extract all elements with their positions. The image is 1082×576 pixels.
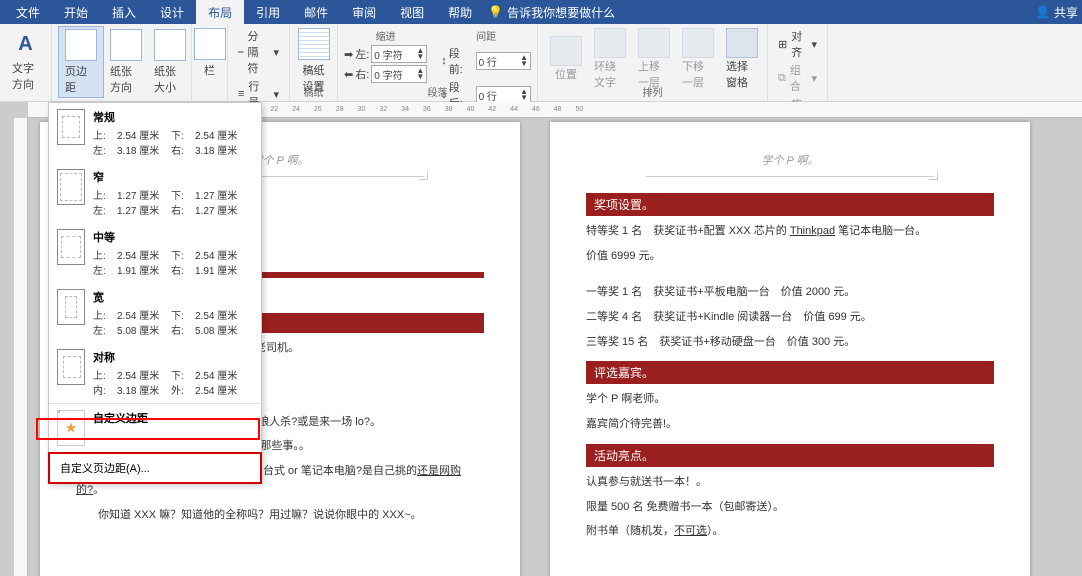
section-bar: 奖项设置。: [586, 193, 994, 216]
page-header: 学个 P 啊。: [586, 152, 994, 168]
line-numbers-icon: ≡: [238, 88, 244, 100]
tab-视图[interactable]: 视图: [388, 0, 436, 24]
star-icon: [57, 410, 85, 446]
tab-引用[interactable]: 引用: [244, 0, 292, 24]
paragraph: 附书单（随机发，不可选）。: [586, 522, 994, 541]
draft-group-label: 稿纸: [290, 84, 337, 99]
forward-icon: [638, 28, 670, 58]
group-button: ⧉组合 ▾: [778, 62, 817, 94]
paragraph: 学个 P 啊老师。: [586, 390, 994, 409]
margin-thumb-icon: [57, 349, 85, 385]
backward-button: 下移一层: [676, 26, 720, 92]
margin-preset-moderate[interactable]: 中等上:2.54 厘米下:2.54 厘米左:1.91 厘米右:1.91 厘米: [49, 223, 261, 283]
paragraph: 三等奖 15 名 获奖证书+移动硬盘一台 价值 300 元。: [586, 333, 994, 352]
tab-文件[interactable]: 文件: [4, 0, 52, 24]
margin-thumb-icon: [57, 289, 85, 325]
custom-margins-button[interactable]: 自定义页边距(A)...: [48, 452, 262, 484]
breaks-icon: ⎯: [238, 46, 244, 59]
position-icon: [550, 36, 582, 66]
tab-插入[interactable]: 插入: [100, 0, 148, 24]
position-button: 位置: [544, 26, 588, 92]
columns-icon: [194, 28, 226, 60]
tab-开始[interactable]: 开始: [52, 0, 100, 24]
align-button[interactable]: ⊞对齐 ▾: [778, 28, 817, 60]
paragraph: 一等奖 1 名 获奖证书+平板电脑一台 价值 2000 元。: [586, 283, 994, 302]
tab-布局[interactable]: 布局: [196, 0, 244, 24]
paragraph: 特等奖 1 名 获奖证书+配置 XXX 芯片的 Thinkpad 笔记本电脑一台…: [586, 222, 994, 241]
paragraph: 嘉宾简介待完善!。: [586, 415, 994, 434]
tab-邮件[interactable]: 邮件: [292, 0, 340, 24]
lightbulb-icon: 💡: [488, 5, 503, 19]
margins-icon: [65, 29, 97, 61]
wrap-icon: [594, 28, 626, 58]
columns-button[interactable]: 栏: [198, 26, 221, 80]
section-bar: 活动亮点。: [586, 444, 994, 467]
share-button[interactable]: 👤 共享: [1035, 4, 1078, 21]
selection-pane-icon: [726, 28, 758, 58]
margin-thumb-icon: [57, 169, 85, 205]
title-bar: 文件开始插入设计布局引用邮件审阅视图帮助 💡 告诉我你想要做什么 👤 共享: [0, 0, 1082, 24]
margin-thumb-icon: [57, 109, 85, 145]
ribbon: A 文字方向 页边距 纸张方向 纸张大小 栏 ⎯分隔符 ▾: [0, 24, 1082, 102]
wrap-button: 环绕文字: [588, 26, 632, 92]
paragraph: 二等奖 4 名 获奖证书+Kindle 阅读器一台 价值 699 元。: [586, 308, 994, 327]
indent-right-icon: ⬅: [344, 68, 353, 81]
page-2[interactable]: 学个 P 啊。 奖项设置。 特等奖 1 名 获奖证书+配置 XXX 芯片的 Th…: [550, 122, 1030, 576]
size-icon: [154, 29, 186, 61]
forward-button: 上移一层: [632, 26, 676, 92]
margin-preset-normal[interactable]: 常规上:2.54 厘米下:2.54 厘米左:3.18 厘米右:3.18 厘米: [49, 103, 261, 163]
orientation-icon: [110, 29, 142, 61]
person-icon: 👤: [1035, 5, 1050, 19]
paragraph: 你知道 XXX 嘛？知道他的全称吗？用过嘛？说说你眼中的 XXX~。: [76, 506, 484, 525]
group-icon: ⧉: [778, 72, 786, 85]
margin-thumb-icon: [57, 229, 85, 265]
header-rule: [646, 176, 934, 177]
tab-设计[interactable]: 设计: [148, 0, 196, 24]
vertical-ruler[interactable]: [14, 118, 28, 576]
align-icon: ⊞: [778, 38, 787, 51]
tab-审阅[interactable]: 审阅: [340, 0, 388, 24]
margin-preset-mirror[interactable]: 对称上:2.54 厘米下:2.54 厘米内:3.18 厘米外:2.54 厘米: [49, 343, 261, 403]
size-button[interactable]: 纸张大小: [148, 26, 192, 98]
margin-preset-last-custom[interactable]: 自定义边距: [49, 404, 261, 452]
indent-left-icon: ➡: [344, 48, 353, 61]
spacing-before-input[interactable]: 0 行▲▼: [476, 52, 531, 70]
section-bar: 评选嘉宾。: [586, 361, 994, 384]
backward-icon: [682, 28, 714, 58]
text-direction-button[interactable]: A 文字方向: [6, 26, 45, 94]
indent-right-input[interactable]: 0 字符▲▼: [371, 65, 427, 83]
margin-preset-wide[interactable]: 宽上:2.54 厘米下:2.54 厘米左:5.08 厘米右:5.08 厘米: [49, 283, 261, 343]
paragraph: 价值 6999 元。: [586, 247, 994, 266]
margins-button[interactable]: 页边距: [58, 26, 104, 98]
text-direction-icon: A: [10, 28, 42, 60]
margin-preset-narrow[interactable]: 窄上:1.27 厘米下:1.27 厘米左:1.27 厘米右:1.27 厘米: [49, 163, 261, 223]
draft-icon: [298, 28, 330, 60]
indent-left-input[interactable]: 0 字符▲▼: [371, 45, 427, 63]
breaks-button[interactable]: ⎯分隔符 ▾: [238, 28, 279, 76]
arrange-group-label: 排列: [538, 84, 767, 99]
selection-pane-button[interactable]: 选择窗格: [720, 26, 764, 92]
margins-dropdown: 常规上:2.54 厘米下:2.54 厘米左:3.18 厘米右:3.18 厘米窄上…: [48, 102, 262, 484]
paragraph: 限量 500 名 免费赠书一本（包邮寄送）。: [586, 498, 994, 517]
paragraph-group-label: 段落: [338, 84, 537, 99]
tab-帮助[interactable]: 帮助: [436, 0, 484, 24]
spacing-before-icon: ↕: [441, 55, 447, 67]
paragraph: 认真参与就送书一本！。: [586, 473, 994, 492]
tell-me[interactable]: 💡 告诉我你想要做什么: [488, 4, 615, 21]
orientation-button[interactable]: 纸张方向: [104, 26, 148, 98]
